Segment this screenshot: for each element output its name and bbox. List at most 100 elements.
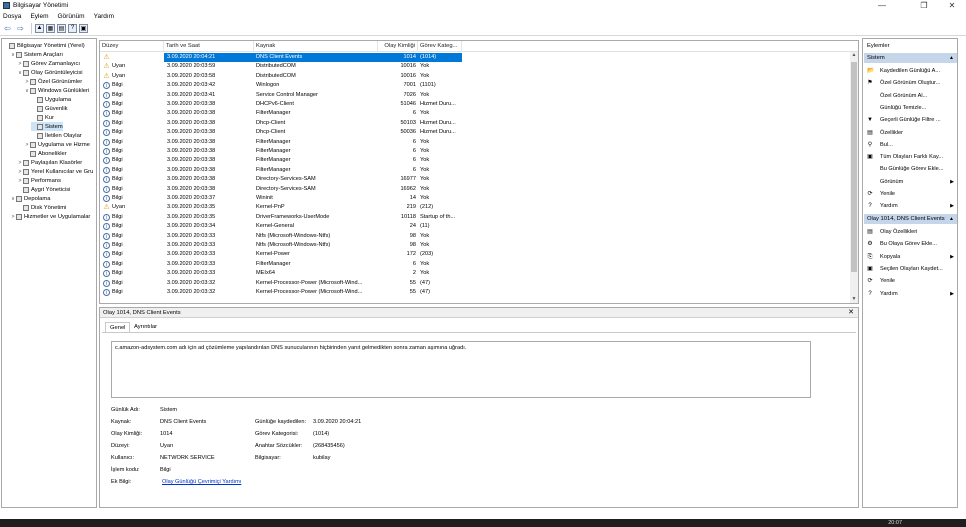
scroll-up-icon[interactable]: ▲ [850, 52, 858, 60]
action-item[interactable]: Görünüm ▶ [864, 176, 957, 188]
tree-item[interactable]: ∨ Depolama [10, 194, 50, 203]
action-item[interactable]: 📂 Kaydedilen Günlüğü A... [864, 65, 957, 77]
tree-item[interactable]: > Uygulama ve Hizme [24, 140, 90, 149]
menu-action[interactable]: Eylem [30, 13, 48, 20]
event-row[interactable]: i Bilgi 3.09.2020 20:03:38 FilterManager 6 Yo… [100, 147, 852, 156]
tree-item[interactable]: Aygıt Yöneticisi [17, 185, 70, 194]
action-item[interactable]: Bu Günlüğe Görev Ekle... [864, 163, 957, 175]
menu-help[interactable]: Yardım [94, 13, 114, 20]
tree-item[interactable]: Bilgisayar Yönetimi (Yerel) [3, 41, 85, 50]
minimize-button[interactable]: — [868, 0, 896, 11]
action-item[interactable]: Günlüğü Temizle... [864, 102, 957, 114]
tree-item[interactable]: Uygulama [31, 95, 71, 104]
tree-item[interactable]: ∨ Windows Günlükleri [24, 86, 89, 95]
action-label: Görünüm [880, 178, 904, 185]
event-row[interactable]: i Bilgi 3.09.2020 20:03:32 Kernel-Processor… [100, 288, 852, 297]
event-row[interactable]: i Bilgi 3.09.2020 20:03:38 DHCPv6-Client 510… [100, 100, 852, 109]
action-item[interactable]: ? Yardım ▶ [864, 200, 957, 212]
event-row[interactable]: i Bilgi 3.09.2020 20:03:33 MEIx64 2 Yok [100, 269, 852, 278]
event-row[interactable]: i Bilgi 3.09.2020 20:03:38 FilterManager 6 Yo… [100, 166, 852, 175]
actions-section-system[interactable]: Sistem ▲ [864, 53, 957, 63]
event-row[interactable]: i Bilgi 3.09.2020 20:03:33 Ntfs (Microsoft-… [100, 232, 852, 241]
event-row[interactable]: i Bilgi 3.09.2020 20:03:38 FilterManager 6 Yo… [100, 109, 852, 118]
tree-item[interactable]: > Hizmetler ve Uygulamalar [10, 212, 90, 221]
event-row[interactable]: i Bilgi 3.09.2020 20:03:38 FilterManager 6 Yo… [100, 156, 852, 165]
event-row[interactable]: i Bilgi 3.09.2020 20:03:33 FilterManager 6 Yo… [100, 260, 852, 269]
event-row[interactable]: i Bilgi 3.09.2020 20:03:38 Dhcp-Client 50103… [100, 119, 852, 128]
tree-item[interactable]: Abonelikler [24, 149, 67, 158]
scroll-thumb[interactable] [851, 62, 857, 272]
maximize-button[interactable]: ❐ [910, 0, 938, 11]
event-message[interactable]: c.amazon-adsystem.com adı için ad çözüml… [111, 341, 811, 398]
action-item[interactable]: ⚑ Özel Görünüm Oluştur... [864, 77, 957, 89]
forward-arrow-icon[interactable]: ⇨ [15, 23, 26, 34]
console-view-icon[interactable]: ▣ [79, 23, 88, 33]
tree-item[interactable]: Güvenlik [31, 104, 68, 113]
close-button[interactable]: ✕ [938, 0, 966, 11]
up-folder-icon[interactable]: ▲ [35, 23, 44, 33]
action-item[interactable]: ⚙ Bu Olaya Görev Ekle... [864, 238, 957, 250]
properties-icon[interactable]: ▤ [57, 23, 66, 33]
column-event-id[interactable]: Olay Kimliği [378, 41, 418, 52]
help-icon[interactable]: ? [68, 23, 77, 33]
tree-item[interactable]: Disk Yönetimi [17, 203, 66, 212]
back-arrow-icon[interactable]: ⇦ [2, 23, 13, 34]
event-row[interactable]: ⚠ Uyarı 3.09.2020 20:03:58 DistributedCOM 10… [100, 72, 852, 81]
event-row[interactable]: ⚠ Uyarı 3.09.2020 20:04:21 DNS Client Event… [100, 53, 852, 63]
tree-item[interactable]: ∨ Sistem Araçları [10, 50, 63, 59]
action-item[interactable]: ▤ Olay Özellikleri [864, 226, 957, 238]
event-row[interactable]: i Bilgi 3.09.2020 20:03:38 FilterManager 6 Yo… [100, 138, 852, 147]
action-item[interactable]: ▼ Geçerli Günlüğe Filtre ... [864, 114, 957, 126]
event-category: Yok [420, 138, 430, 145]
tree-item[interactable]: İletilen Olaylar [31, 131, 82, 140]
collapse-up-icon[interactable]: ▲ [949, 214, 954, 224]
event-row[interactable]: i Bilgi 3.09.2020 20:03:38 Directory-Servic… [100, 185, 852, 194]
tree-item[interactable]: Kur [31, 113, 54, 122]
menu-view[interactable]: Görünüm [58, 13, 85, 20]
event-row[interactable]: i Bilgi 3.09.2020 20:03:33 Kernel-Power 172 (… [100, 250, 852, 259]
event-row[interactable]: i Bilgi 3.09.2020 20:03:38 Dhcp-Client 50036… [100, 128, 852, 137]
tree-item[interactable]: > Yerel Kullanıcılar ve Gru [17, 167, 93, 176]
online-help-link[interactable]: Olay Günlüğü Çevrimiçi Yardımı [162, 479, 241, 485]
action-item[interactable]: ⟳ Yenile [864, 188, 957, 200]
action-item[interactable]: ⚲ Bul... [864, 139, 957, 151]
action-item[interactable]: Özel Görünüm Al... [864, 90, 957, 102]
event-row[interactable]: i Bilgi 3.09.2020 20:03:37 Wininit 14 Yok [100, 194, 852, 203]
scroll-down-icon[interactable]: ▼ [850, 296, 858, 303]
action-item[interactable]: ▤ Özellikler [864, 127, 957, 139]
event-row[interactable]: i Bilgi 3.09.2020 20:03:34 Kernel-General 24… [100, 222, 852, 231]
tree-item[interactable]: > Görev Zamanlayıcı [17, 59, 80, 68]
show-tree-icon[interactable]: ▦ [46, 23, 55, 33]
event-row[interactable]: i Bilgi 3.09.2020 20:03:38 Directory-Servic… [100, 175, 852, 184]
tree-item[interactable]: > Performans [17, 176, 61, 185]
action-item[interactable]: ⟳ Yenile [864, 275, 957, 287]
event-row[interactable]: ⚠ Uyarı 3.09.2020 20:03:59 DistributedCOM 10… [100, 62, 852, 71]
column-source[interactable]: Kaynak [254, 41, 378, 52]
tree-item[interactable]: > Özel Görünümler [24, 77, 82, 86]
close-details-icon[interactable]: ✕ [848, 308, 854, 318]
event-id: 10118 [400, 213, 416, 220]
event-row[interactable]: i Bilgi 3.09.2020 20:03:41 Service Control … [100, 91, 852, 100]
tree-item[interactable]: Sistem [31, 122, 63, 131]
tab-general[interactable]: Genel [105, 322, 131, 332]
action-item[interactable]: ⎘ Kopyala ▶ [864, 251, 957, 263]
action-icon: ▣ [867, 265, 873, 272]
event-row[interactable]: i Bilgi 3.09.2020 20:03:42 Winlogon 7001 (110… [100, 81, 852, 90]
tree-item[interactable]: > Paylaşılan Klasörler [17, 158, 82, 167]
column-level[interactable]: Düzey [100, 41, 164, 52]
column-date[interactable]: Tarih ve Saat [164, 41, 254, 52]
column-task-category[interactable]: Görev Kateg... [418, 41, 462, 52]
action-item[interactable]: ▣ Tüm Olayları Farklı Kay... [864, 151, 957, 163]
action-item[interactable]: ? Yardım ▶ [864, 288, 957, 300]
event-row[interactable]: ⚠ Uyarı 3.09.2020 20:03:35 Kernel-PnP 219 (21… [100, 203, 852, 212]
event-row[interactable]: i Bilgi 3.09.2020 20:03:33 Ntfs (Microsoft-… [100, 241, 852, 250]
event-row[interactable]: i Bilgi 3.09.2020 20:03:35 DriverFrameworks… [100, 213, 852, 222]
collapse-up-icon[interactable]: ▲ [949, 53, 954, 63]
menu-file[interactable]: Dosya [3, 13, 21, 20]
actions-section-event[interactable]: Olay 1014, DNS Client Events ▲ [864, 214, 957, 224]
action-item[interactable]: ▣ Seçilen Olayları Kaydet... [864, 263, 957, 275]
tab-details[interactable]: Ayrıntılar [130, 322, 161, 332]
event-row[interactable]: i Bilgi 3.09.2020 20:03:32 Kernel-Processor… [100, 279, 852, 288]
events-scrollbar[interactable]: ▲ ▼ [850, 52, 858, 303]
tree-item[interactable]: ∨ Olay Görüntüleyicisi [17, 68, 83, 77]
